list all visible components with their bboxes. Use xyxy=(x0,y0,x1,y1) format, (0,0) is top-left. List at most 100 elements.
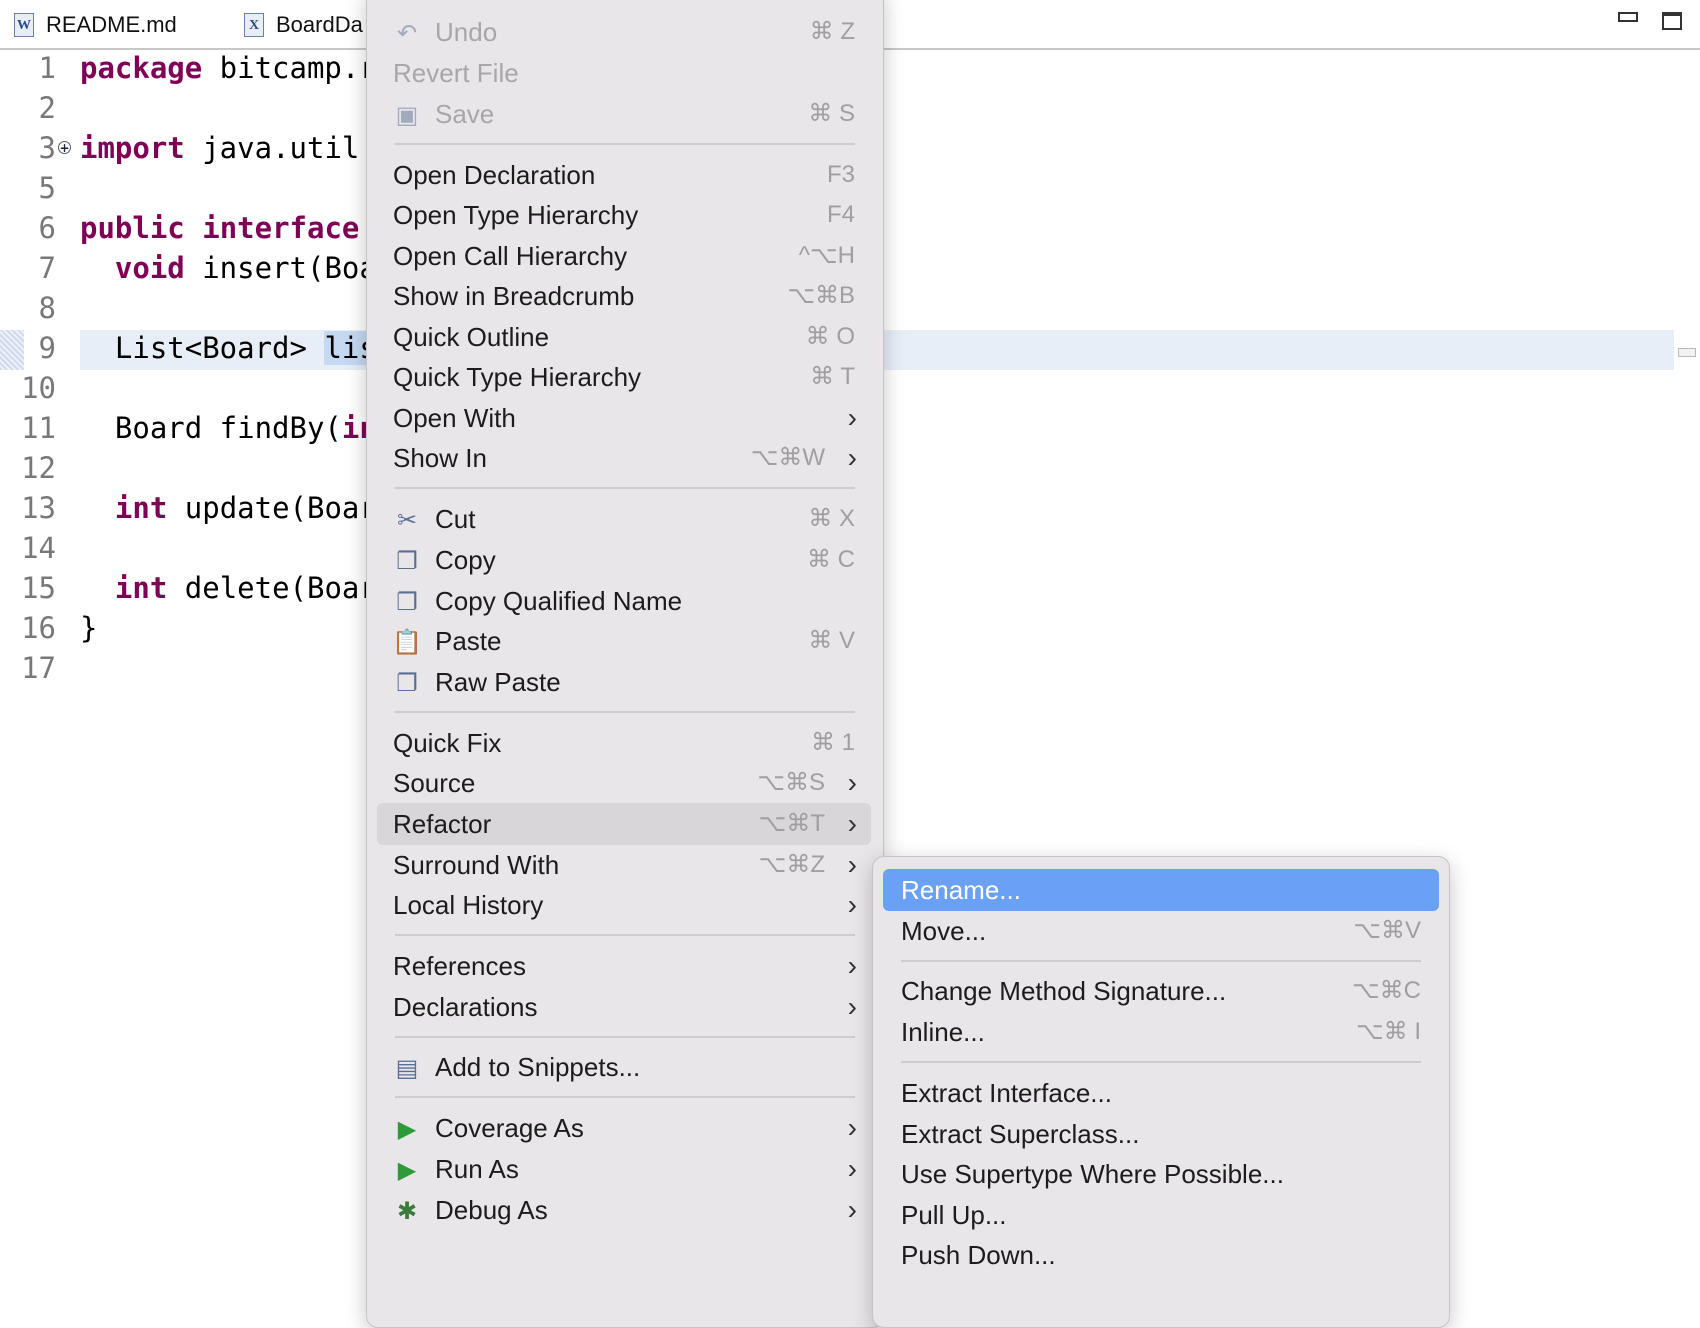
menu-item-label: Refactor xyxy=(393,809,492,839)
line-number: 2 xyxy=(38,91,56,125)
menu-item-label: Raw Paste xyxy=(435,667,561,697)
menu-item-coverage-as[interactable]: ▶ Coverage As › xyxy=(377,1107,871,1149)
shortcut-hint: ⌥⌘W xyxy=(750,444,825,471)
menu-item-label: Change Method Signature... xyxy=(901,976,1227,1006)
menu-item-label: Coverage As xyxy=(435,1113,584,1143)
maximize-icon[interactable] xyxy=(1662,12,1682,30)
shortcut-hint: F3 xyxy=(826,161,855,188)
menu-item-label: Copy xyxy=(435,545,496,575)
menu-item-local-history[interactable]: Local History › xyxy=(377,884,871,926)
menu-item-add-to-snippets[interactable]: ▤ Add to Snippets... xyxy=(377,1046,871,1088)
menu-item-label: References xyxy=(393,951,526,981)
menu-item-show-in[interactable]: Show In ⌥⌘W › xyxy=(377,437,871,479)
menu-item-open-with[interactable]: Open With › xyxy=(377,397,871,439)
menu-item-label: Revert File xyxy=(393,58,519,88)
line-number: 1 xyxy=(38,51,56,85)
keyword-token: interface xyxy=(202,211,360,245)
submenu-item-change-method-signature[interactable]: Change Method Signature... ⌥⌘C xyxy=(883,970,1439,1012)
menu-item-open-call-hierarchy[interactable]: Open Call Hierarchy ^⌥H xyxy=(377,235,871,277)
menu-item-copy[interactable]: ❐ Copy ⌘ C xyxy=(377,539,871,581)
shortcut-hint: ⌥⌘S xyxy=(757,769,825,796)
scissors-icon: ✂ xyxy=(396,506,418,534)
submenu-item-pull-up[interactable]: Pull Up... xyxy=(883,1194,1439,1236)
code-token: update(Board xyxy=(167,491,395,525)
shortcut-hint: ⌥⌘V xyxy=(1353,917,1421,944)
submenu-item-push-down[interactable]: Push Down... xyxy=(883,1234,1439,1276)
menu-item-run-as[interactable]: ▶ Run As › xyxy=(377,1148,871,1190)
code-token: delete(Board xyxy=(167,571,395,605)
menu-item-quick-type-hierarchy[interactable]: Quick Type Hierarchy ⌘ T xyxy=(377,356,871,398)
tab-readme[interactable]: W README.md xyxy=(14,8,177,42)
chevron-right-icon: › xyxy=(847,402,857,433)
shortcut-hint: F4 xyxy=(826,201,855,228)
menu-item-label: Quick Type Hierarchy xyxy=(393,362,642,392)
fold-expand-icon[interactable]: + xyxy=(58,141,71,154)
line-number: 8 xyxy=(38,291,56,325)
code-token: java.util.L xyxy=(184,131,395,165)
shortcut-hint: ⌘ S xyxy=(808,100,855,127)
menu-item-open-type-hierarchy[interactable]: Open Type Hierarchy F4 xyxy=(377,194,871,236)
raw-paste-icon: ❐ xyxy=(396,669,418,697)
menu-item-cut[interactable]: ✂ Cut ⌘ X xyxy=(377,498,871,540)
line-number: 3 xyxy=(38,131,56,165)
menu-item-open-declaration[interactable]: Open Declaration F3 xyxy=(377,154,871,196)
menu-separator xyxy=(395,711,855,713)
word-file-icon: W xyxy=(14,13,34,37)
menu-item-save[interactable]: ▣ Save ⌘ S xyxy=(377,93,871,135)
menu-item-raw-paste[interactable]: ❐ Raw Paste xyxy=(377,661,871,703)
shortcut-hint: ⌘ Z xyxy=(809,18,855,45)
chevron-right-icon: › xyxy=(847,889,857,920)
menu-item-label: Undo xyxy=(435,17,498,47)
chevron-right-icon: › xyxy=(847,1112,857,1143)
menu-item-label: Extract Interface... xyxy=(901,1078,1112,1108)
menu-item-label: Cut xyxy=(435,504,476,534)
menu-item-references[interactable]: References › xyxy=(377,945,871,987)
menu-item-paste[interactable]: 📋 Paste ⌘ V xyxy=(377,620,871,662)
menu-item-quick-outline[interactable]: Quick Outline ⌘ O xyxy=(377,316,871,358)
submenu-item-inline[interactable]: Inline... ⌥⌘ I xyxy=(883,1011,1439,1053)
menu-separator xyxy=(901,960,1421,962)
menu-item-show-in-breadcrumb[interactable]: Show in Breadcrumb ⌥⌘B xyxy=(377,275,871,317)
shortcut-hint: ⌘ X xyxy=(808,505,855,532)
menu-item-refactor[interactable]: Refactor ⌥⌘T › xyxy=(377,803,871,845)
submenu-item-use-supertype-where-possible[interactable]: Use Supertype Where Possible... xyxy=(883,1153,1439,1195)
submenu-item-rename[interactable]: Rename... xyxy=(883,869,1439,911)
menu-item-label: Paste xyxy=(435,626,502,656)
menu-item-label: Extract Superclass... xyxy=(901,1119,1140,1149)
line-number: 13 xyxy=(21,491,56,525)
code-text: void insert(Boar xyxy=(80,248,394,288)
shortcut-hint: ⌘ O xyxy=(805,323,855,350)
menu-item-source[interactable]: Source ⌥⌘S › xyxy=(377,762,871,804)
menu-item-copy-qualified-name[interactable]: ❐ Copy Qualified Name xyxy=(377,580,871,622)
submenu-item-extract-superclass[interactable]: Extract Superclass... xyxy=(883,1113,1439,1155)
minimize-icon[interactable] xyxy=(1618,12,1638,22)
code-token: insert(Boar xyxy=(184,251,395,285)
tab-boarddao[interactable]: X BoardDa xyxy=(244,8,363,42)
menu-item-debug-as[interactable]: ✱ Debug As › xyxy=(377,1189,871,1231)
line-number: 16 xyxy=(21,611,56,645)
menu-item-quick-fix[interactable]: Quick Fix ⌘ 1 xyxy=(377,722,871,764)
menu-item-label: Open Type Hierarchy xyxy=(393,200,639,230)
menu-item-label: Declarations xyxy=(393,992,538,1022)
keyword-token: int xyxy=(114,491,168,525)
keyword-token: int xyxy=(114,571,168,605)
code-text: public interface B xyxy=(80,208,394,248)
line-number: 5 xyxy=(38,171,56,205)
code-token: List<Board> xyxy=(80,331,325,365)
code-text: import java.util.L xyxy=(80,128,394,168)
menu-item-label: Open With xyxy=(393,403,516,433)
line-number: 6 xyxy=(38,211,56,245)
menu-item-label: Show In xyxy=(393,443,487,473)
submenu-item-move[interactable]: Move... ⌥⌘V xyxy=(883,910,1439,952)
menu-item-revert-file[interactable]: Revert File xyxy=(377,52,871,94)
menu-item-surround-with[interactable]: Surround With ⌥⌘Z › xyxy=(377,844,871,886)
copy-icon: ❐ xyxy=(396,547,418,575)
menu-item-declarations[interactable]: Declarations › xyxy=(377,986,871,1028)
line-number: 12 xyxy=(21,451,56,485)
paste-icon: 📋 xyxy=(392,628,422,656)
submenu-item-extract-interface[interactable]: Extract Interface... xyxy=(883,1072,1439,1114)
chevron-right-icon: › xyxy=(847,1194,857,1225)
menu-item-undo[interactable]: ↶ Undo ⌘ Z xyxy=(377,11,871,53)
